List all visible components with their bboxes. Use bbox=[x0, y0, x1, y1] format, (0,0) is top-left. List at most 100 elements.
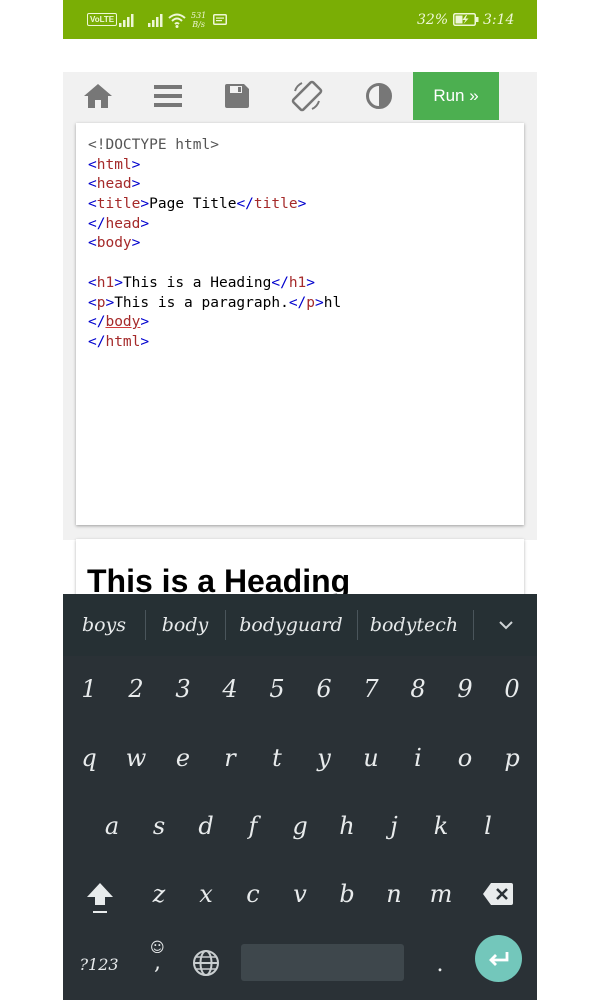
letter-key[interactable]: z bbox=[136, 864, 182, 924]
signal-strength-icon bbox=[119, 0, 137, 39]
letter-key[interactable]: h bbox=[324, 796, 370, 856]
letter-key[interactable]: x bbox=[183, 864, 229, 924]
letter-key[interactable]: p bbox=[489, 728, 535, 788]
letter-key[interactable]: m bbox=[418, 864, 464, 924]
contrast-icon bbox=[366, 83, 392, 109]
space-key[interactable] bbox=[241, 944, 404, 981]
menu-button[interactable] bbox=[144, 72, 192, 120]
code-bracket: < bbox=[88, 176, 97, 193]
network-speed-value: 531 bbox=[191, 10, 207, 20]
number-key[interactable]: 5 bbox=[254, 659, 300, 719]
clock: 3:14 bbox=[483, 11, 515, 28]
letter-key[interactable]: q bbox=[66, 728, 112, 788]
code-line: </html> bbox=[88, 333, 524, 353]
letter-key[interactable]: b bbox=[324, 864, 370, 924]
letter-key[interactable]: a bbox=[89, 796, 135, 856]
editor-toolbar: Run » bbox=[63, 72, 537, 120]
code-line: <head> bbox=[88, 175, 524, 195]
save-icon bbox=[225, 84, 249, 108]
letter-key[interactable]: v bbox=[277, 864, 323, 924]
code-tag-name: title bbox=[253, 196, 298, 213]
code-tag-name: p bbox=[306, 294, 316, 311]
code-bracket: </ bbox=[88, 314, 106, 331]
suggestion-item[interactable]: bodytech bbox=[358, 594, 470, 656]
letter-key[interactable]: t bbox=[254, 728, 300, 788]
theme-toggle-button[interactable] bbox=[355, 72, 403, 120]
number-key[interactable]: 6 bbox=[301, 659, 347, 719]
code-tag-name: body bbox=[96, 235, 132, 252]
code-bracket: </ bbox=[271, 274, 289, 291]
backspace-key[interactable] bbox=[475, 869, 521, 919]
code-text: hl bbox=[323, 294, 342, 311]
letter-key[interactable]: e bbox=[160, 728, 206, 788]
letter-key[interactable]: u bbox=[348, 728, 394, 788]
collapse-suggestions-button[interactable] bbox=[475, 594, 537, 656]
code-tag-name: html bbox=[105, 333, 141, 350]
number-key[interactable]: 2 bbox=[113, 659, 159, 719]
number-key[interactable]: 4 bbox=[207, 659, 253, 719]
number-key[interactable]: 3 bbox=[160, 659, 206, 719]
code-bracket: > bbox=[131, 176, 141, 193]
code-tag-name: h1 bbox=[288, 274, 307, 291]
chevron-down-icon bbox=[499, 621, 513, 630]
letter-key[interactable]: g bbox=[277, 796, 323, 856]
language-key[interactable] bbox=[183, 940, 229, 986]
battery-charging-icon bbox=[453, 0, 479, 39]
letter-key[interactable]: y bbox=[301, 728, 347, 788]
number-key[interactable]: 8 bbox=[395, 659, 441, 719]
code-line: </body> bbox=[88, 313, 524, 333]
letter-key[interactable]: f bbox=[230, 796, 276, 856]
home-icon bbox=[84, 84, 112, 108]
shift-key[interactable] bbox=[77, 870, 123, 926]
code-line: <h1>This is a Heading</h1> bbox=[88, 274, 524, 294]
code-bracket: </ bbox=[88, 215, 106, 232]
suggestion-item[interactable]: body bbox=[146, 594, 224, 656]
letter-key[interactable]: n bbox=[371, 864, 417, 924]
letter-key[interactable]: d bbox=[183, 796, 229, 856]
save-button[interactable] bbox=[213, 72, 261, 120]
number-key[interactable]: 1 bbox=[66, 659, 112, 719]
letter-key[interactable]: k bbox=[418, 796, 464, 856]
letter-key[interactable]: c bbox=[230, 864, 276, 924]
letter-key[interactable]: i bbox=[395, 728, 441, 788]
code-bracket: </ bbox=[88, 333, 106, 350]
period-key[interactable]: . bbox=[417, 934, 463, 994]
letter-key[interactable]: w bbox=[113, 728, 159, 788]
letter-key[interactable]: o bbox=[442, 728, 488, 788]
rotate-screen-icon bbox=[291, 80, 323, 112]
code-tag-name: html bbox=[96, 156, 132, 173]
code-tag-name: head bbox=[105, 215, 141, 232]
code-text: Page Title bbox=[149, 196, 237, 213]
menu-icon bbox=[154, 85, 182, 107]
code-line: <html> bbox=[88, 156, 524, 176]
code-tag-name: title bbox=[96, 196, 141, 213]
number-key[interactable]: 0 bbox=[489, 659, 535, 719]
symbols-key[interactable]: ?123 bbox=[73, 934, 125, 994]
number-key[interactable]: 7 bbox=[348, 659, 394, 719]
code-bracket: < bbox=[88, 196, 97, 213]
letter-key[interactable]: s bbox=[136, 796, 182, 856]
code-text: <!DOCTYPE html> bbox=[88, 137, 219, 153]
rotate-button[interactable] bbox=[283, 72, 331, 120]
code-bracket: > bbox=[140, 333, 150, 350]
code-bracket: < bbox=[88, 274, 97, 291]
suggestion-item[interactable]: boys bbox=[63, 594, 145, 656]
letter-key[interactable]: j bbox=[371, 796, 417, 856]
enter-arrow-icon bbox=[488, 951, 508, 966]
letter-key[interactable]: r bbox=[207, 728, 253, 788]
comma-emoji-key[interactable]: ☺ , bbox=[135, 934, 181, 994]
comma-label: , bbox=[154, 950, 161, 975]
letter-key[interactable]: l bbox=[465, 796, 511, 856]
code-bracket: > bbox=[114, 274, 123, 291]
code-editor[interactable]: <!DOCTYPE html> <html> <head> <title>Page T… bbox=[76, 123, 524, 525]
number-key[interactable]: 9 bbox=[442, 659, 488, 719]
code-line: <p>This is a paragraph.</p>hl bbox=[88, 294, 524, 314]
code-bracket: < bbox=[88, 294, 97, 311]
enter-key[interactable] bbox=[475, 935, 522, 982]
volte-label: VoLTE bbox=[87, 13, 118, 26]
home-button[interactable] bbox=[74, 72, 122, 120]
code-bracket: > bbox=[140, 196, 150, 213]
code-bracket: > bbox=[140, 215, 150, 232]
run-button[interactable]: Run » bbox=[413, 72, 499, 120]
suggestion-item[interactable]: bodyguard bbox=[226, 594, 356, 656]
